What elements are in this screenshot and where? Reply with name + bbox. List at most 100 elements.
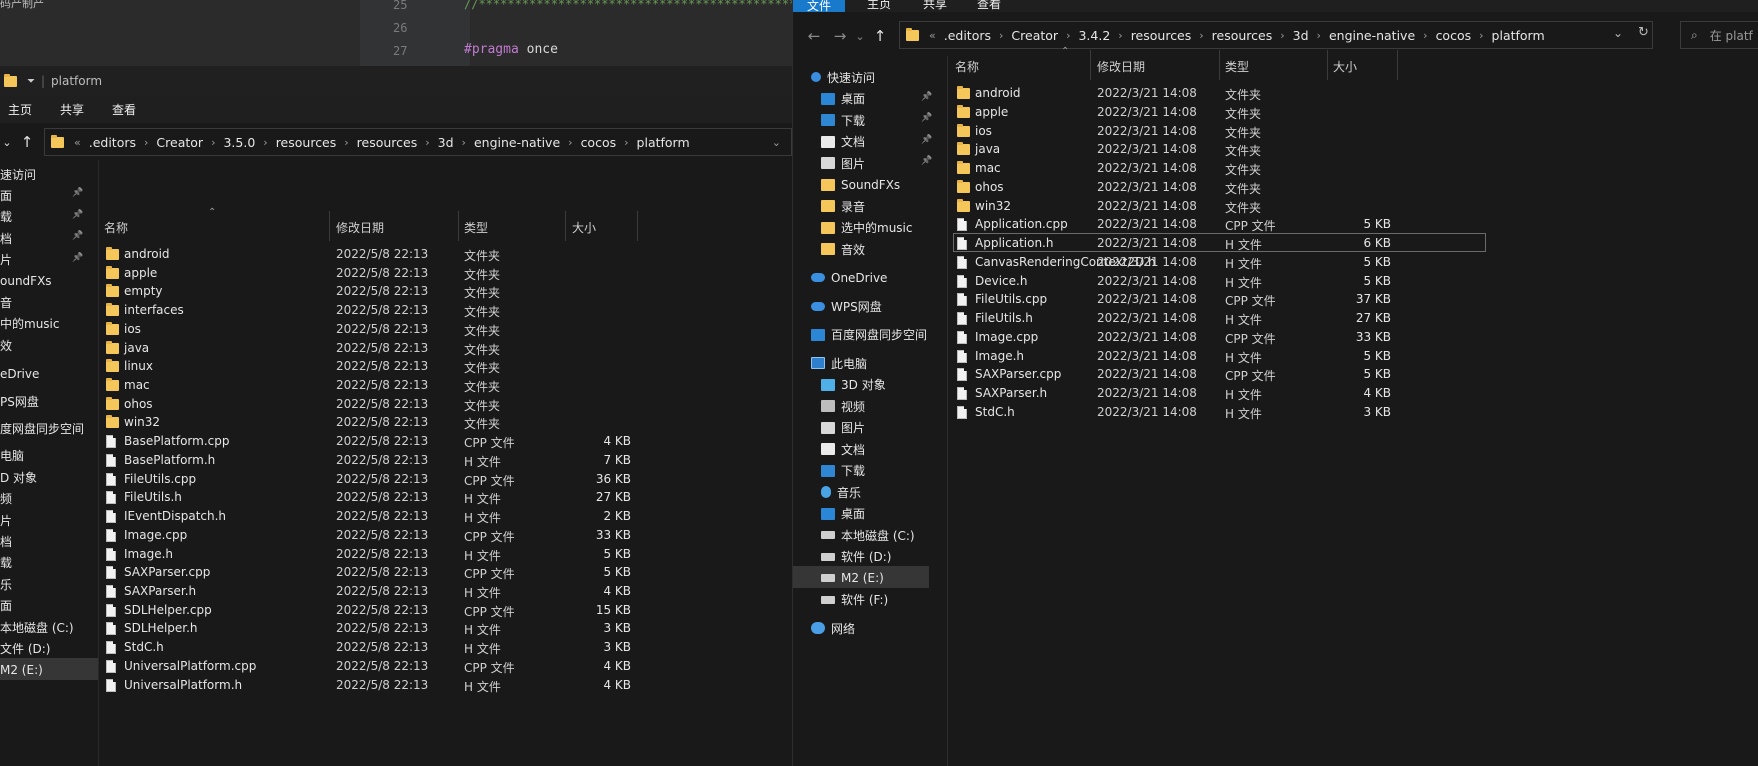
breadcrumb-chevron-icon[interactable]: ›	[1421, 29, 1429, 42]
breadcrumb-creator[interactable]: Creator	[1005, 28, 1064, 43]
sidebar-item-d[interactable]: D 对象	[0, 466, 37, 488]
sidebar-item-item[interactable]: 载	[0, 552, 12, 574]
left-address-bar[interactable]: « .editors › Creator › 3.5.0 › resources › resou…	[44, 128, 792, 156]
sidebar-item-ps[interactable]: PS网盘	[0, 390, 39, 412]
sidebar-item-item[interactable]: 度网盘同步空间	[0, 417, 84, 439]
sidebar-item-item[interactable]: 电脑	[0, 445, 24, 467]
sidebar-item-item[interactable]: 录音	[821, 195, 865, 217]
sidebar-item-item[interactable]: 视频	[821, 395, 865, 417]
right-address-bar[interactable]: « .editors › Creator › 3.4.2 › resources › resou…	[899, 21, 1653, 49]
breadcrumb-chevron-icon[interactable]: ›	[1116, 29, 1124, 42]
breadcrumb-resources[interactable]: resources	[1206, 28, 1279, 43]
breadcrumb-chevron-icon[interactable]: ›	[1315, 29, 1323, 42]
sidebar-item-item[interactable]: 下载	[821, 109, 865, 131]
right-tab-file[interactable]: 文件	[793, 0, 846, 12]
breadcrumb-resources[interactable]: resources	[351, 135, 424, 150]
sidebar-item-oundfxs[interactable]: oundFXs	[0, 270, 52, 292]
breadcrumb-chevron-icon[interactable]: ›	[1197, 29, 1205, 42]
sidebar-item-soundfxs[interactable]: SoundFXs	[821, 174, 900, 196]
breadcrumb-platform[interactable]: platform	[631, 135, 696, 150]
back-arrow-icon[interactable]: ←	[801, 23, 827, 49]
sidebar-item-item[interactable]: 图片	[821, 417, 865, 439]
breadcrumb-chevron-icon[interactable]: ›	[460, 136, 468, 149]
sidebar-item-3d[interactable]: 3D 对象	[821, 374, 886, 396]
left-sidebar-scrollbar[interactable]	[98, 160, 99, 766]
column-divider[interactable]	[1327, 50, 1328, 80]
right-tab-view[interactable]: 查看	[957, 0, 1021, 12]
breadcrumb-chevron-icon[interactable]: ›	[1064, 29, 1072, 42]
breadcrumb-3d[interactable]: 3d	[1287, 28, 1315, 43]
pin-icon[interactable]: 📌	[72, 253, 83, 263]
sidebar-item-item[interactable]: 档	[0, 530, 12, 552]
column-divider[interactable]	[1090, 50, 1091, 80]
recent-dropdown-icon[interactable]: ⌄	[853, 23, 867, 49]
column-header-name[interactable]: 名称	[955, 58, 979, 75]
sidebar-item-item[interactable]: 片	[0, 249, 12, 271]
column-divider[interactable]	[1397, 50, 1398, 80]
breadcrumb-platform[interactable]: platform	[1486, 28, 1551, 43]
refresh-icon[interactable]: ↻	[1638, 25, 1649, 40]
sidebar-item-item[interactable]: 百度网盘同步空间	[811, 324, 927, 346]
breadcrumb-chevron-icon[interactable]: ›	[261, 136, 269, 149]
breadcrumb-3-5-0[interactable]: 3.5.0	[217, 135, 261, 150]
sidebar-item-item[interactable]: 文档	[821, 438, 865, 460]
column-header-date[interactable]: 修改日期	[336, 219, 384, 236]
sidebar-item-f[interactable]: 软件 (F:)	[821, 589, 888, 611]
column-header-name[interactable]: 名称	[104, 219, 128, 236]
pin-icon[interactable]: 📌	[921, 113, 932, 123]
sidebar-item-item[interactable]: 音效	[821, 238, 865, 260]
sidebar-item-item[interactable]: 面	[0, 595, 12, 617]
breadcrumb-chevron-icon[interactable]: ›	[1278, 29, 1286, 42]
sidebar-item-m2-e[interactable]: M2 (E:)	[0, 659, 43, 681]
pin-icon[interactable]: 📌	[921, 135, 932, 145]
column-divider[interactable]	[565, 211, 566, 241]
sidebar-item-music[interactable]: 选中的music	[821, 217, 912, 239]
breadcrumb-chevron-icon[interactable]: ›	[1477, 29, 1485, 42]
sidebar-item-item[interactable]: 档	[0, 227, 12, 249]
left-tab-home[interactable]: 主页	[0, 96, 46, 123]
breadcrumb-resources[interactable]: resources	[270, 135, 343, 150]
breadcrumb-chevron-icon[interactable]: ›	[209, 136, 217, 149]
sidebar-item-d[interactable]: 软件 (D:)	[821, 546, 891, 568]
left-tab-view[interactable]: 查看	[98, 96, 150, 123]
sidebar-item-item[interactable]: 片	[0, 509, 12, 531]
column-divider[interactable]	[329, 211, 330, 241]
sidebar-item-item[interactable]: 快速访问	[811, 66, 875, 88]
sidebar-item-item[interactable]: 面	[0, 184, 12, 206]
breadcrumb-editors[interactable]: .editors	[938, 28, 997, 43]
sidebar-item-item[interactable]: 效	[0, 334, 12, 356]
sidebar-item-item[interactable]: 桌面	[821, 503, 865, 525]
column-header-size[interactable]: 大小	[572, 219, 596, 236]
right-tab-home[interactable]: 主页	[845, 0, 913, 12]
column-divider[interactable]	[637, 211, 638, 241]
sidebar-item-m2-e[interactable]: M2 (E:)	[821, 567, 884, 589]
left-tab-share[interactable]: 共享	[46, 96, 98, 123]
breadcrumb-cocos[interactable]: cocos	[1430, 28, 1478, 43]
sidebar-item-item[interactable]: 载	[0, 206, 12, 228]
column-header-type[interactable]: 类型	[464, 219, 488, 236]
address-dropdown-icon[interactable]: ⌄	[1613, 26, 1623, 40]
sidebar-item-item[interactable]: 图片	[821, 152, 865, 174]
breadcrumb-engine-native[interactable]: engine-native	[1323, 28, 1421, 43]
breadcrumb-chevron-icon[interactable]: ›	[342, 136, 350, 149]
up-arrow-icon[interactable]: ↑	[867, 23, 893, 49]
breadcrumb-creator[interactable]: Creator	[150, 135, 209, 150]
pin-icon[interactable]: 📌	[72, 231, 83, 241]
breadcrumb-editors[interactable]: .editors	[83, 135, 142, 150]
breadcrumb-resources[interactable]: resources	[1125, 28, 1198, 43]
right-tab-share[interactable]: 共享	[913, 0, 957, 12]
column-divider[interactable]	[458, 211, 459, 241]
right-sidebar-scrollbar[interactable]	[947, 56, 948, 766]
column-header-date[interactable]: 修改日期	[1097, 58, 1145, 75]
sidebar-item-item[interactable]: 频	[0, 488, 12, 510]
breadcrumb-chevron-icon[interactable]: ›	[566, 136, 574, 149]
sidebar-item-item[interactable]: 下载	[821, 460, 865, 482]
pin-icon[interactable]: 📌	[921, 92, 932, 102]
sidebar-item-music[interactable]: 中的music	[0, 313, 59, 335]
sidebar-item-c[interactable]: 本地磁盘 (C:)	[0, 616, 74, 638]
sidebar-item-item[interactable]: 速访问	[0, 163, 36, 185]
sidebar-item-wps[interactable]: WPS网盘	[811, 295, 882, 317]
left-up-arrow-icon[interactable]: ↑	[14, 129, 40, 155]
breadcrumb-3-4-2[interactable]: 3.4.2	[1072, 28, 1116, 43]
breadcrumb-chevron-icon[interactable]: ›	[997, 29, 1005, 42]
